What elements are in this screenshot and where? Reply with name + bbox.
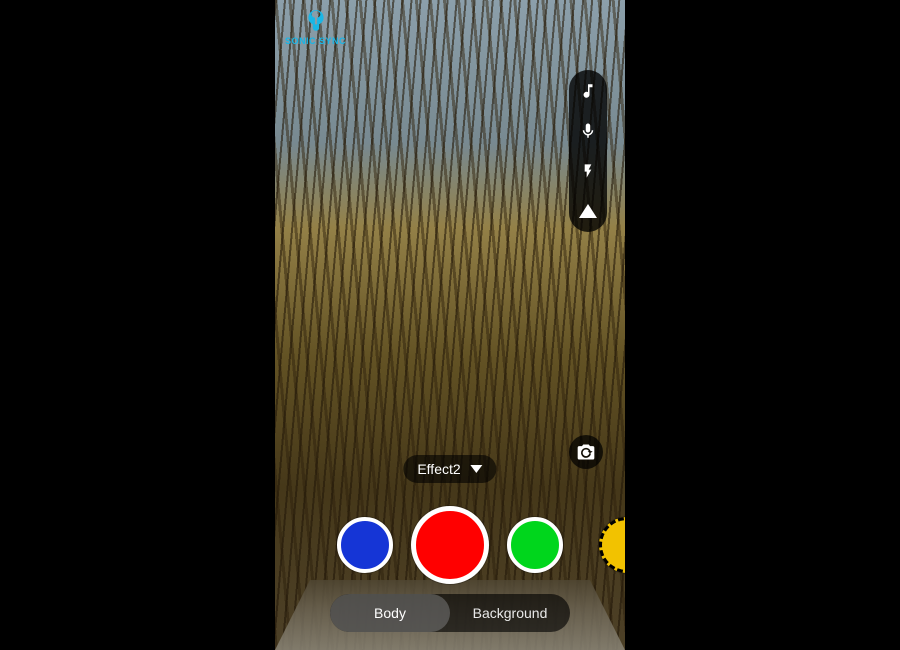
color-swatch-yellow[interactable] [599, 517, 625, 573]
effect-selector-label: Effect2 [417, 461, 460, 477]
target-segmented-control: Body Background [330, 594, 570, 632]
effect-selector[interactable]: Effect2 [403, 455, 496, 483]
logo-text: SONIC SYNC [285, 36, 346, 46]
color-swatch-blue[interactable] [337, 517, 393, 573]
segment-background[interactable]: Background [450, 594, 570, 632]
color-swatch-red[interactable] [411, 506, 489, 584]
color-swatch-green[interactable] [507, 517, 563, 573]
microphone-button[interactable] [577, 120, 599, 142]
switch-camera-button[interactable] [569, 435, 603, 469]
phone-viewport: SONIC SYNC Effect2 [275, 0, 625, 650]
segment-body[interactable]: Body [330, 594, 450, 632]
music-button[interactable] [577, 80, 599, 102]
collapse-button[interactable] [577, 200, 599, 222]
app-stage: SONIC SYNC Effect2 [0, 0, 900, 650]
flash-icon [580, 162, 596, 180]
logo-glyph-icon [303, 8, 329, 34]
chevron-down-icon [471, 465, 483, 473]
music-note-icon [579, 82, 597, 100]
microphone-icon [579, 122, 597, 140]
switch-camera-icon [576, 442, 596, 462]
color-swatch-row [275, 500, 625, 590]
side-toolbar [569, 70, 607, 232]
collapse-up-icon [579, 204, 597, 218]
flash-button[interactable] [577, 160, 599, 182]
app-logo: SONIC SYNC [285, 8, 346, 46]
